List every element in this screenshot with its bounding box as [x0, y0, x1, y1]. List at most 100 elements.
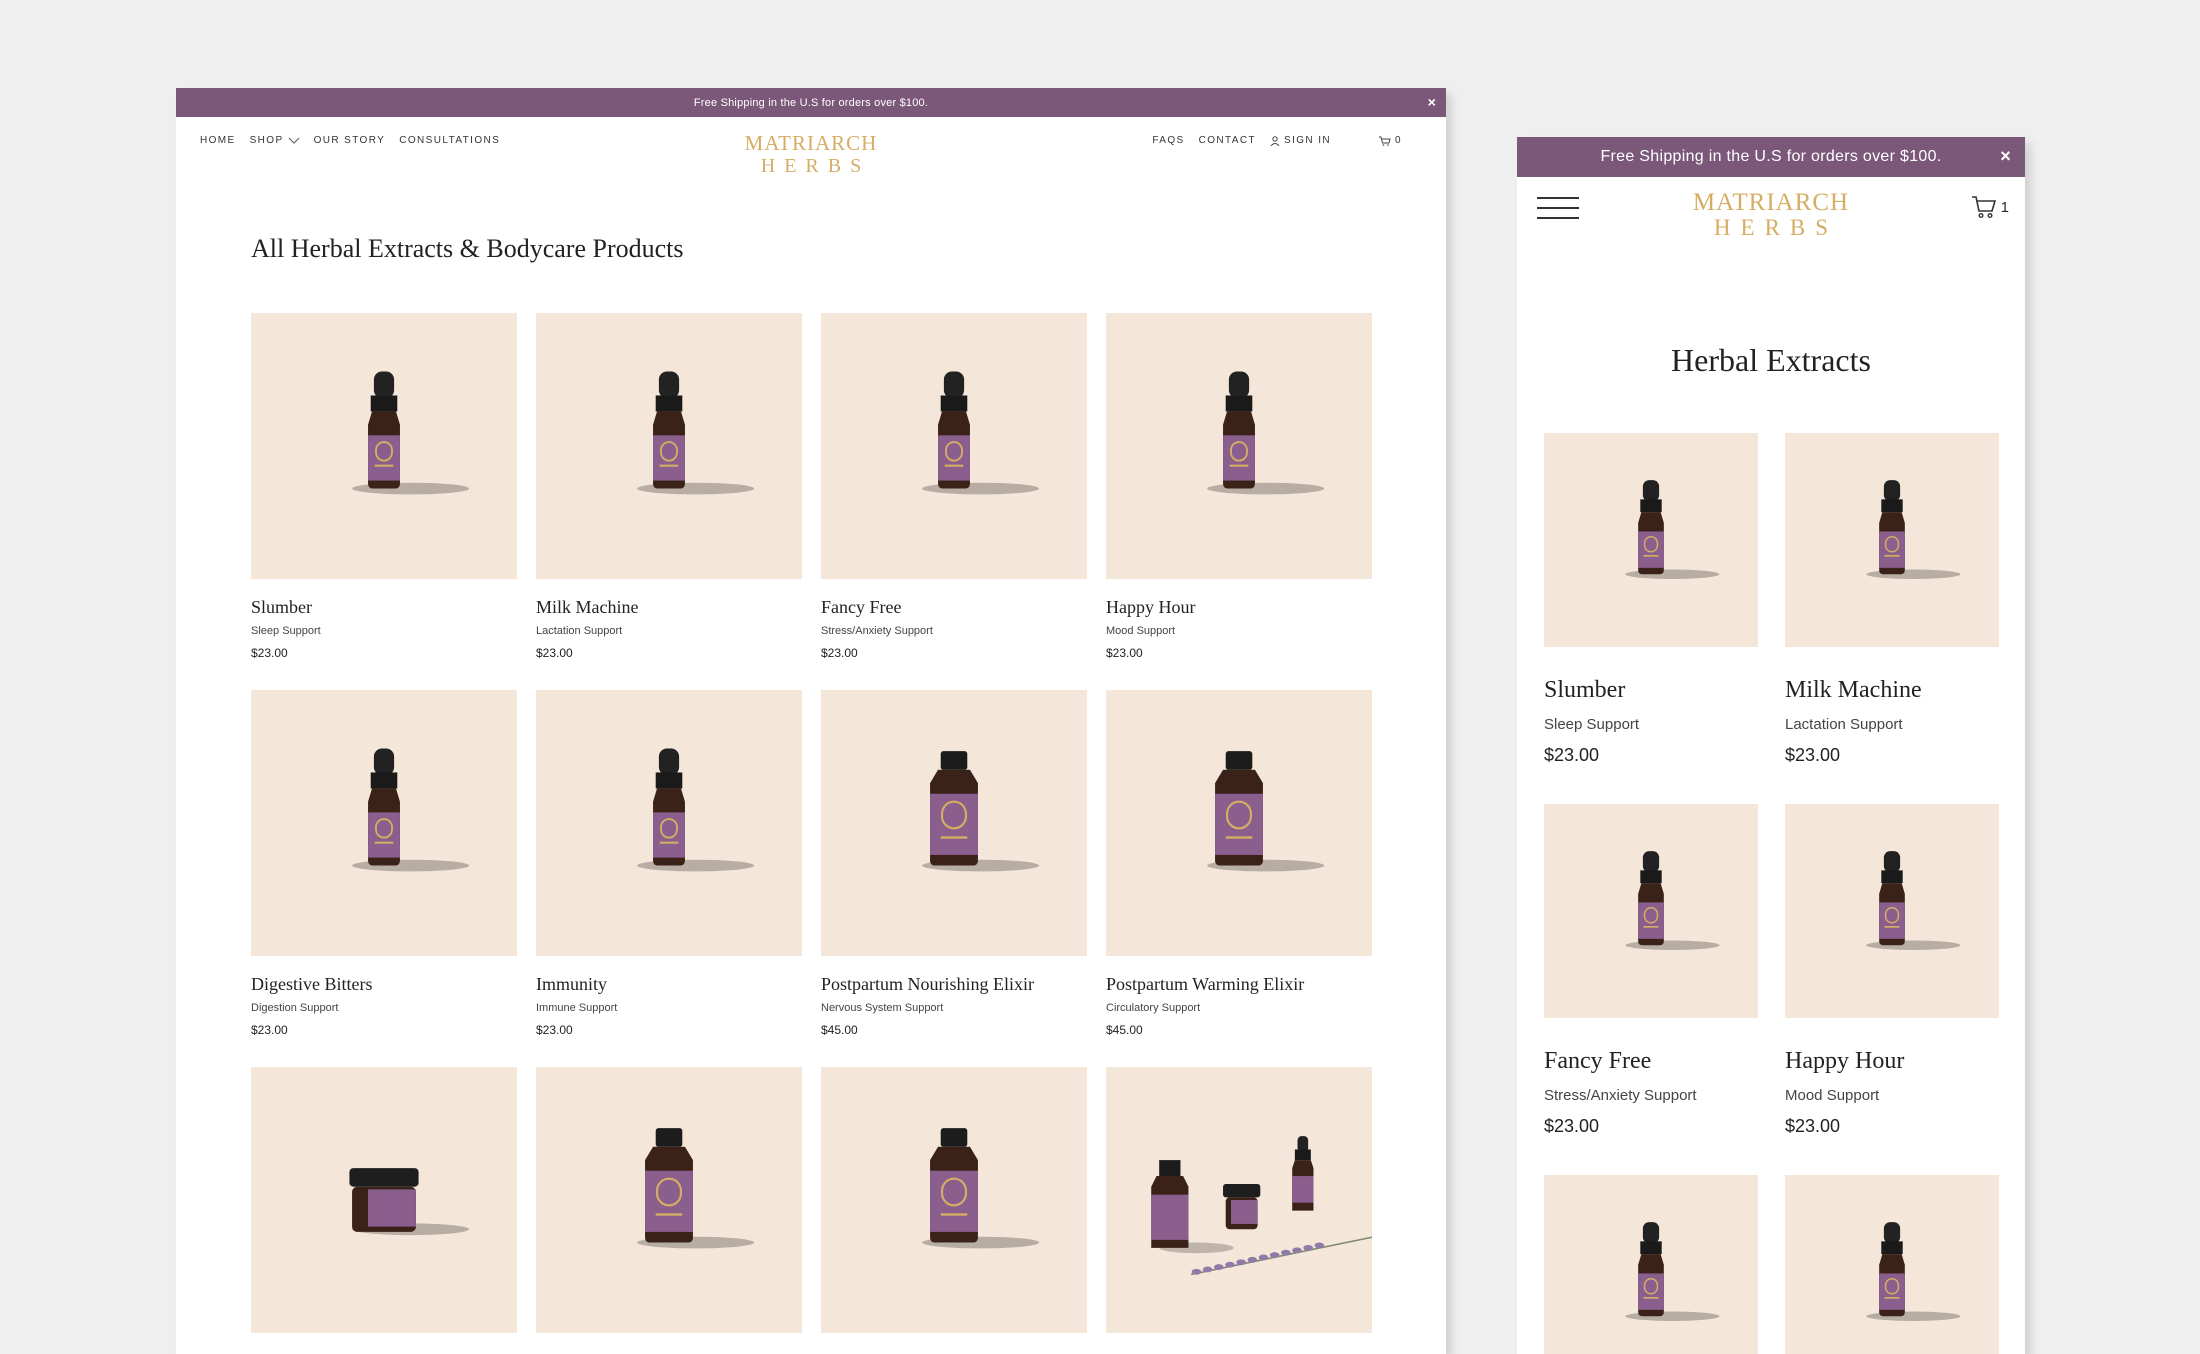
bottle-icon — [352, 371, 470, 495]
product-name[interactable]: Happy Hour — [1106, 598, 1372, 616]
product-name[interactable]: Milk Machine — [536, 598, 802, 616]
cart-icon — [1379, 136, 1391, 146]
product-name[interactable]: Happy Hour — [1785, 1049, 1999, 1073]
product-name[interactable]: Immunity — [536, 975, 802, 993]
mobile-frame: Free Shipping in the U.S for orders over… — [1517, 137, 2025, 1354]
product-image[interactable] — [1544, 804, 1758, 1018]
bottle-icon — [1625, 1222, 1720, 1321]
product-card[interactable] — [1785, 1175, 1999, 1354]
product-price: $45.00 — [1106, 1023, 1143, 1037]
product-name[interactable]: Fancy Free — [1544, 1049, 1758, 1073]
cart-button[interactable]: 0 — [1379, 135, 1402, 146]
nav-sign-in[interactable]: SIGN IN — [1270, 135, 1331, 146]
product-subtitle: Stress/Anxiety Support — [1544, 1087, 1697, 1104]
nav-faqs[interactable]: FAQS — [1152, 135, 1184, 146]
product-price: $23.00 — [536, 646, 573, 660]
product-price: $23.00 — [251, 1023, 288, 1037]
nav-contact[interactable]: CONTACT — [1199, 135, 1256, 146]
product-image[interactable] — [1785, 804, 1999, 1018]
bottle-icon — [352, 748, 470, 872]
product-image[interactable] — [1544, 1175, 1758, 1354]
product-card[interactable]: Happy Hour Mood Support $23.00 — [1106, 313, 1372, 660]
product-name[interactable]: Slumber — [1544, 678, 1758, 702]
bottle-icon — [637, 748, 755, 872]
bottle-icon — [1866, 1222, 1961, 1321]
main-nav: HOME SHOP OUR STORY CONSULTATIONS MATRIA… — [176, 117, 1446, 193]
product-card[interactable]: Fancy Free Stress/Anxiety Support $23.00 — [821, 313, 1087, 660]
product-card[interactable]: Immunity Immune Support $23.00 — [536, 690, 802, 1037]
product-name[interactable]: Slumber — [251, 598, 517, 616]
product-card[interactable] — [1106, 1067, 1372, 1352]
bottle-icon — [1866, 851, 1961, 950]
bottle-icon — [637, 371, 755, 495]
product-card[interactable]: Digestive Bitters Digestion Support $23.00 — [251, 690, 517, 1037]
product-name[interactable]: Milk Machine — [1785, 678, 1999, 702]
product-card[interactable]: Slumber Sleep Support $23.00 — [1544, 433, 1758, 766]
sign-in-label: SIGN IN — [1284, 135, 1332, 146]
product-name[interactable]: Postpartum Nourishing Elixir — [821, 975, 1087, 993]
product-card[interactable]: Milk Machine Lactation Support $23.00 — [1785, 433, 1999, 766]
user-icon — [1270, 135, 1280, 146]
close-icon[interactable]: × — [2000, 146, 2011, 167]
product-card[interactable]: Happy Hour Mood Support $23.00 — [1785, 804, 1999, 1137]
product-image[interactable] — [536, 313, 802, 579]
product-subtitle: Lactation Support — [536, 625, 623, 637]
product-image[interactable] — [821, 1067, 1087, 1333]
product-card[interactable]: Postpartum Nourishing Elixir Nervous Syst… — [821, 690, 1087, 1037]
product-image[interactable] — [821, 690, 1087, 956]
cart-count: 0 — [1395, 135, 1402, 146]
promo-text: Free Shipping in the U.S for orders over… — [1600, 148, 1942, 165]
product-image[interactable] — [1106, 690, 1372, 956]
product-card[interactable] — [251, 1067, 517, 1352]
product-price: $23.00 — [1785, 1116, 1841, 1136]
bottle-icon — [922, 751, 1040, 872]
cart-button[interactable]: 1 — [1971, 195, 2009, 219]
product-image[interactable] — [1106, 313, 1372, 579]
promo-bar: Free Shipping in the U.S for orders over… — [1517, 137, 2025, 177]
mobile-nav: MATRIARCH HERBS 1 — [1517, 177, 2025, 267]
product-card[interactable]: Milk Machine Lactation Support $23.00 — [536, 313, 802, 660]
product-name[interactable]: Digestive Bitters — [251, 975, 517, 993]
product-card[interactable]: Postpartum Warming Elixir Circulatory Sup… — [1106, 690, 1372, 1037]
page-title: All Herbal Extracts & Bodycare Products — [251, 234, 684, 263]
product-price: $23.00 — [1544, 745, 1600, 765]
product-subtitle: Stress/Anxiety Support — [821, 625, 933, 637]
product-image[interactable] — [1785, 1175, 1999, 1354]
bottle-icon — [1151, 1136, 1372, 1276]
product-card[interactable]: Fancy Free Stress/Anxiety Support $23.00 — [1544, 804, 1758, 1137]
bottle-icon — [1207, 371, 1325, 495]
product-price: $23.00 — [1106, 646, 1143, 660]
product-subtitle: Circulatory Support — [1106, 1002, 1201, 1014]
promo-text: Free Shipping in the U.S for orders over… — [693, 96, 929, 109]
bottle-icon — [349, 1168, 470, 1236]
logo-line1: MATRIARCH — [1692, 189, 1850, 216]
logo-line2: HERBS — [1713, 215, 1839, 240]
product-card[interactable] — [536, 1067, 802, 1352]
product-image[interactable] — [1106, 1067, 1372, 1333]
product-subtitle: Digestion Support — [251, 1002, 339, 1014]
product-image[interactable] — [821, 313, 1087, 579]
product-price: $23.00 — [1785, 745, 1841, 765]
product-image[interactable] — [536, 1067, 802, 1333]
product-card[interactable] — [821, 1067, 1087, 1352]
product-price: $23.00 — [1544, 1116, 1600, 1136]
product-subtitle: Immune Support — [536, 1002, 618, 1014]
product-image[interactable] — [1785, 433, 1999, 647]
product-image[interactable] — [251, 313, 517, 579]
cart-icon — [1971, 196, 1996, 219]
product-image[interactable] — [251, 1067, 517, 1333]
bottle-icon — [922, 1128, 1040, 1249]
product-name[interactable]: Fancy Free — [821, 598, 1087, 616]
product-card[interactable] — [1544, 1175, 1758, 1354]
bottle-icon — [637, 1128, 755, 1249]
product-image[interactable] — [536, 690, 802, 956]
close-icon[interactable]: × — [1428, 94, 1436, 110]
product-price: $23.00 — [821, 646, 858, 660]
bottle-icon — [1866, 480, 1961, 579]
product-card[interactable]: Slumber Sleep Support $23.00 — [251, 313, 517, 660]
product-name[interactable]: Postpartum Warming Elixir — [1106, 975, 1372, 993]
product-image[interactable] — [1544, 433, 1758, 647]
logo[interactable]: MATRIARCH HERBS — [1517, 190, 2025, 239]
product-image[interactable] — [251, 690, 517, 956]
product-grid: Slumber Sleep Support $23.00 Milk Machine La… — [1544, 433, 1999, 1354]
